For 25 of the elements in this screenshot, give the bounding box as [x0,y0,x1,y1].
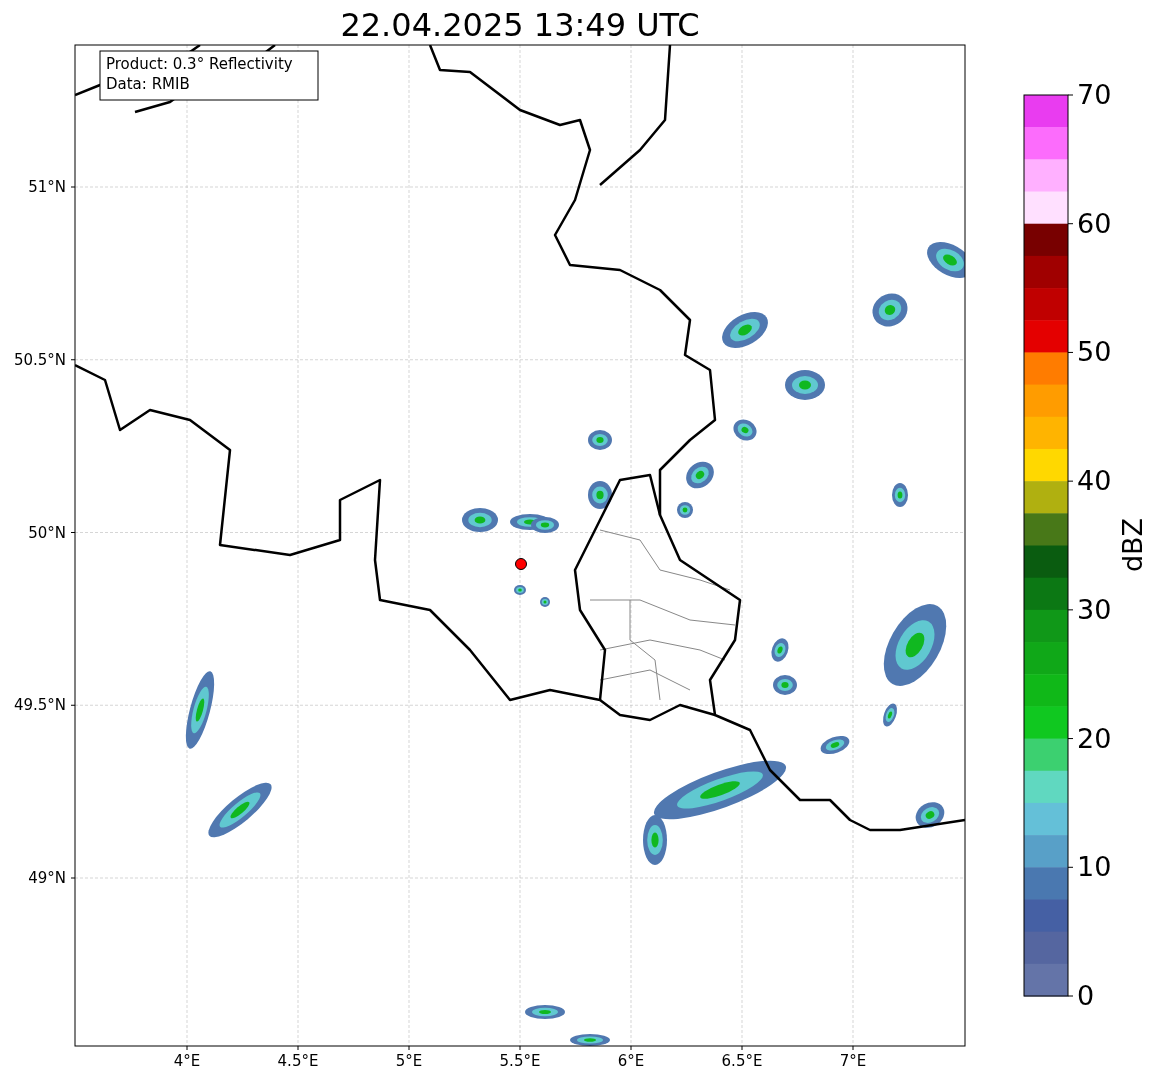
x-tick-label: 6.5°E [721,1052,763,1070]
x-tick-label: 4°E [173,1052,201,1070]
colorbar-label: dBZ [1117,517,1148,573]
radar-site-marker [515,558,527,570]
x-tick-label: 5.5°E [499,1052,541,1070]
y-tick-label: 49°N [28,869,66,887]
y-tick-label: 51°N [28,178,66,196]
x-tick-label: 4.5°E [277,1052,319,1070]
colorbar-tick-label: 70 [1077,79,1112,110]
colorbar-tick-label: 40 [1077,465,1112,497]
chart-title: 22.04.2025 13:49 UTC [340,6,700,44]
info-text: Product: 0.3° Reflectivity [106,55,293,73]
colorbar-tick-label: 10 [1077,851,1112,883]
x-tick-label: 5°E [395,1052,423,1070]
info-text: Data: RMIB [106,75,190,93]
colorbar-tick-label: 30 [1077,593,1112,625]
colorbar-tick-label: 50 [1077,336,1112,368]
colorbar-tick-label: 0 [1077,980,1095,1011]
x-tick-label: 6°E [617,1052,645,1070]
y-tick-label: 50°N [28,523,66,542]
y-tick-label: 50.5°N [13,350,66,369]
x-tick-label: 7°E [839,1052,867,1070]
colorbar-tick-label: 60 [1077,207,1112,239]
colorbar-tick-label: 20 [1077,722,1112,754]
y-tick-label: 49.5°N [13,696,66,715]
